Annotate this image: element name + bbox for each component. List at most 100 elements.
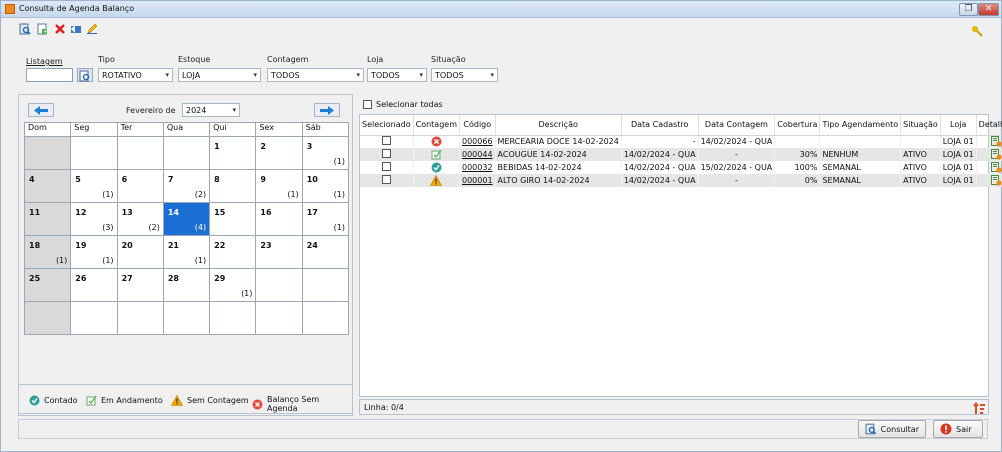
calendar-day[interactable]: 3 (1) <box>301 136 350 170</box>
calendar-day[interactable]: 15 <box>209 202 257 236</box>
tipo-select[interactable]: ROTATIVO ▾ <box>98 68 173 82</box>
row-checkbox[interactable] <box>381 162 391 171</box>
calendar-day <box>23 301 72 335</box>
restore-button[interactable]: ❐ <box>959 3 978 16</box>
select-all[interactable]: Selecionar todas <box>363 100 443 109</box>
transfer-icon[interactable] <box>70 23 82 35</box>
column-header[interactable]: Descrição <box>495 115 622 136</box>
calendar-day[interactable]: 28 <box>162 268 211 302</box>
table-row[interactable]: 000001 ALTO GIRO 14-02-2024 14/02/2024 - Q… <box>360 174 1002 187</box>
details-button[interactable] <box>976 135 1002 148</box>
day-number: 22 <box>214 241 226 250</box>
column-header[interactable]: Situação <box>900 115 941 136</box>
weekday-header: Sáb <box>301 122 350 137</box>
new-document-icon[interactable]: + <box>36 23 48 35</box>
day-number: 5 <box>75 175 81 184</box>
close-button[interactable]: ✕ <box>978 3 999 16</box>
listagem-input[interactable] <box>26 68 73 82</box>
loja-cell: LOJA 01 <box>940 161 977 174</box>
calendar-day[interactable]: 11 <box>23 202 72 236</box>
row-select-cell[interactable] <box>360 161 414 174</box>
column-header[interactable]: Cobertura <box>774 115 821 136</box>
situacao-value: TODOS <box>435 71 464 80</box>
consultar-button[interactable]: Consultar <box>858 420 926 438</box>
situacao-label: Situação <box>431 55 466 64</box>
table-row[interactable]: 000032 BEBIDAS 14-02-2024 14/02/2024 - QUA… <box>360 161 1002 174</box>
row-select-cell[interactable] <box>360 174 414 187</box>
codigo-link[interactable]: 000044 <box>459 148 496 161</box>
calendar-day[interactable]: 5 (1) <box>70 169 118 203</box>
codigo-link[interactable]: 000066 <box>459 135 496 148</box>
prev-month-button[interactable] <box>28 103 54 117</box>
sair-button[interactable]: Sair <box>933 420 983 438</box>
calendar-day[interactable]: 19 (1) <box>70 235 118 269</box>
contagem-select[interactable]: TODOS ▾ <box>267 68 364 82</box>
row-select-cell[interactable] <box>360 148 414 161</box>
day-count: (1) <box>102 190 114 199</box>
day-number: 1 <box>214 142 220 151</box>
search-icon <box>79 70 90 82</box>
row-checkbox[interactable] <box>381 149 391 158</box>
column-header[interactable]: Data Cadastro <box>621 115 699 136</box>
calendar-day[interactable]: 14 (4) <box>162 202 211 236</box>
calendar-day[interactable]: 2 <box>255 136 303 170</box>
table-row[interactable]: 000066 MERCEARIA DOCE 14-02-2024-14/02/20… <box>360 135 1002 148</box>
calendar-day[interactable]: 6 <box>116 169 164 203</box>
details-button[interactable] <box>976 148 1002 161</box>
column-header[interactable]: Código <box>459 115 496 136</box>
calendar-day[interactable]: 23 <box>255 235 303 269</box>
table-row[interactable]: 000044 ACOUGUE 14-02-2024 14/02/2024 - QUA… <box>360 148 1002 161</box>
codigo-link[interactable]: 000032 <box>459 161 496 174</box>
data-cadastro-cell: - <box>621 135 699 148</box>
key-icon[interactable] <box>971 25 983 37</box>
sort-icon[interactable] <box>973 402 985 416</box>
descricao-cell: MERCEARIA DOCE 14-02-2024 <box>495 135 622 148</box>
calendar-day[interactable]: 8 <box>209 169 257 203</box>
calendar-day[interactable]: 9 (1) <box>255 169 303 203</box>
situacao-select[interactable]: TODOS ▾ <box>431 68 498 82</box>
edit-icon[interactable] <box>86 23 98 35</box>
calendar-day <box>116 301 164 335</box>
tipo-label: Tipo <box>98 55 115 64</box>
check-circle-icon <box>29 395 40 406</box>
year-select[interactable]: 2024 ▾ <box>182 103 240 117</box>
listagem-search-button[interactable] <box>77 68 93 82</box>
calendar-day[interactable]: 20 <box>116 235 164 269</box>
estoque-select[interactable]: LOJA ▾ <box>178 68 261 82</box>
calendar-day[interactable]: 10 (1) <box>301 169 350 203</box>
calendar-day[interactable]: 25 <box>23 268 72 302</box>
column-header[interactable]: Detalhes <box>976 115 1002 136</box>
row-select-cell[interactable] <box>360 135 414 148</box>
calendar-day[interactable]: 4 <box>23 169 72 203</box>
column-header[interactable]: Loja <box>940 115 977 136</box>
search-icon[interactable] <box>19 23 31 35</box>
loja-select[interactable]: TODOS ▾ <box>367 68 427 82</box>
details-button[interactable] <box>976 174 1002 187</box>
day-number: 29 <box>214 274 226 283</box>
next-month-button[interactable] <box>314 103 340 117</box>
day-number: 10 <box>306 175 318 184</box>
calendar-day[interactable]: 22 <box>209 235 257 269</box>
calendar-day[interactable]: 1 <box>209 136 257 170</box>
select-all-checkbox[interactable] <box>363 100 372 109</box>
codigo-link[interactable]: 000001 <box>459 174 496 187</box>
calendar-day[interactable]: 29 (1) <box>209 268 257 302</box>
calendar-day[interactable]: 13 (2) <box>116 202 164 236</box>
calendar-day[interactable]: 17 (1) <box>301 202 350 236</box>
details-button[interactable] <box>976 161 1002 174</box>
calendar-day[interactable]: 26 <box>70 268 118 302</box>
calendar-day[interactable]: 7 (2) <box>162 169 211 203</box>
column-header[interactable]: Contagem <box>413 115 461 136</box>
row-checkbox[interactable] <box>381 175 391 184</box>
calendar-day[interactable]: 18 (1) <box>23 235 72 269</box>
delete-icon[interactable] <box>54 23 66 35</box>
row-checkbox[interactable] <box>381 136 391 146</box>
calendar-day[interactable]: 27 <box>116 268 164 302</box>
column-header[interactable]: Data Contagem <box>698 115 776 136</box>
calendar-day[interactable]: 12 (3) <box>70 202 118 236</box>
column-header[interactable]: Tipo Agendamento <box>819 115 902 136</box>
calendar-day[interactable]: 16 <box>255 202 303 236</box>
calendar-day[interactable]: 24 <box>301 235 350 269</box>
column-header[interactable]: Selecionado <box>360 115 414 136</box>
calendar-day[interactable]: 21 (1) <box>162 235 211 269</box>
